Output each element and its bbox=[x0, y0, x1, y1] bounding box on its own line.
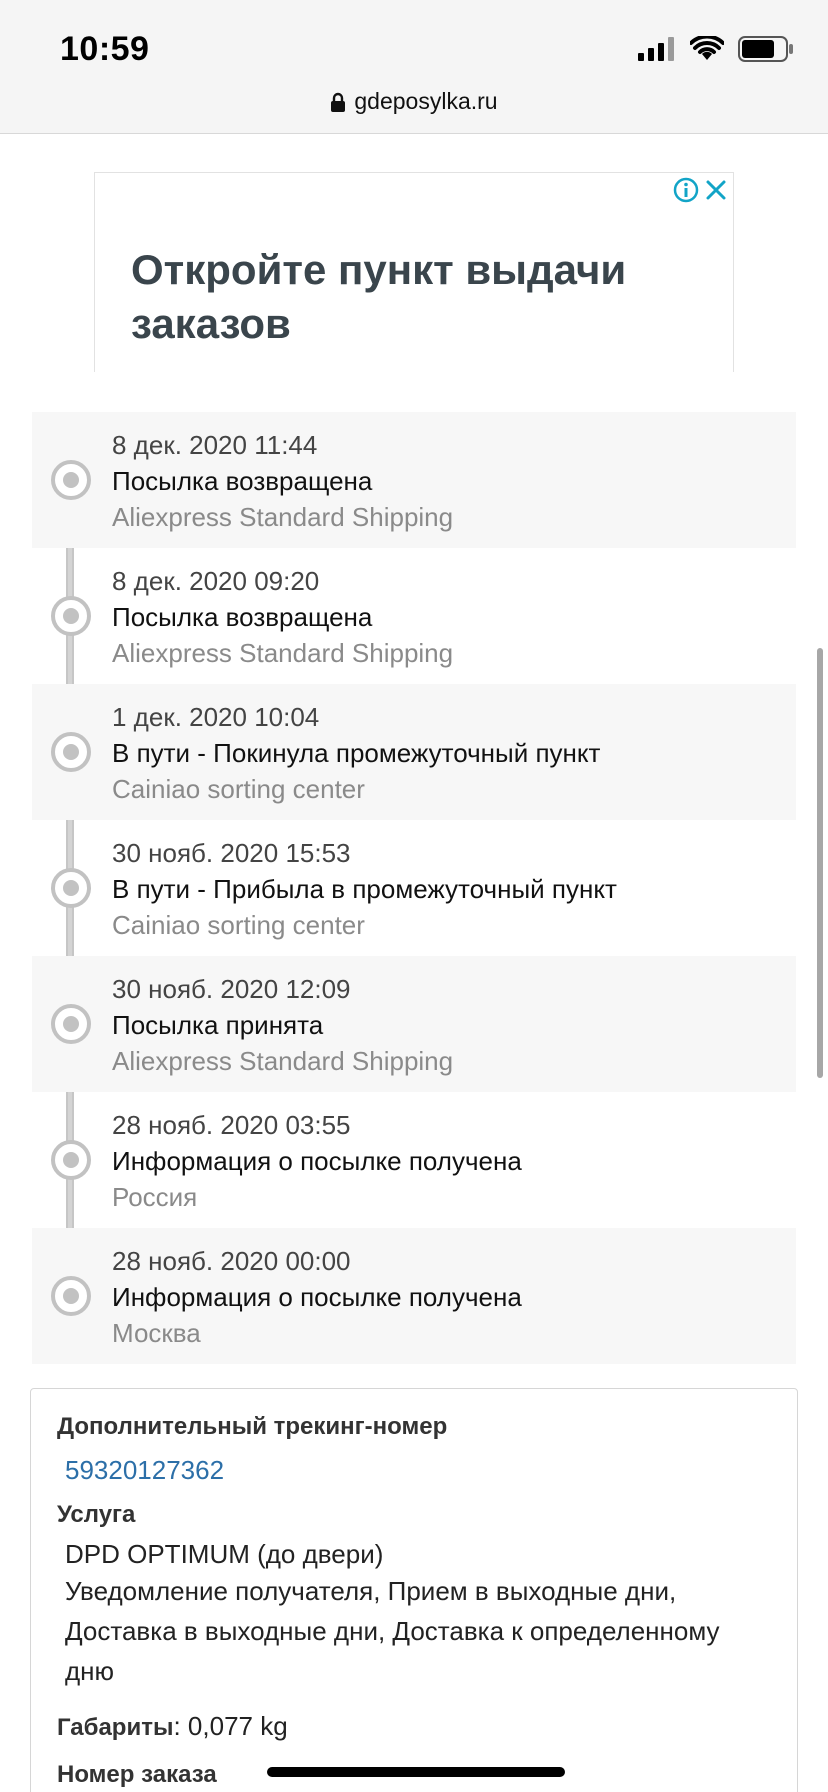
timeline-event: 28 нояб. 2020 03:55 Информация о посылке… bbox=[32, 1092, 796, 1228]
event-date: 28 нояб. 2020 00:00 bbox=[112, 1246, 351, 1276]
tracking-timeline: 8 дек. 2020 11:44 Посылка возвращена Ali… bbox=[32, 412, 796, 1364]
browser-top-bar: 10:59 gdeposylka.ru bbox=[0, 0, 828, 134]
event-place: Aliexpress Standard Shipping bbox=[112, 1046, 454, 1076]
extra-tracking-label: Дополнительный трекинг-номер bbox=[57, 1413, 448, 1440]
service-extras: Уведомление получателя, Прием в выходные… bbox=[65, 1576, 720, 1686]
event-date: 30 нояб. 2020 12:09 bbox=[112, 974, 351, 1004]
timeline-event: 8 дек. 2020 11:44 Посылка возвращена Ali… bbox=[32, 412, 796, 548]
event-date: 1 дек. 2020 10:04 bbox=[112, 702, 320, 732]
timeline-dot bbox=[51, 596, 91, 636]
event-date: 8 дек. 2020 09:20 bbox=[112, 566, 320, 596]
dimensions-label: Габариты bbox=[57, 1714, 174, 1741]
timeline-dot bbox=[51, 1140, 91, 1180]
event-place: Cainiao sorting center bbox=[112, 910, 365, 940]
event-date: 28 нояб. 2020 03:55 bbox=[112, 1110, 351, 1140]
page-scrollbar[interactable] bbox=[817, 648, 823, 1078]
dimensions-value: : 0,077 kg bbox=[173, 1711, 288, 1741]
event-place: Cainiao sorting center bbox=[112, 774, 365, 804]
timeline-dot bbox=[51, 1276, 91, 1316]
timeline-event: 28 нояб. 2020 00:00 Информация о посылке… bbox=[32, 1228, 796, 1364]
cellular-signal-icon bbox=[638, 37, 674, 61]
timeline-dot bbox=[51, 732, 91, 772]
event-place: Aliexpress Standard Shipping bbox=[112, 502, 454, 532]
event-place: Москва bbox=[112, 1318, 201, 1348]
timeline-dot bbox=[51, 1004, 91, 1044]
ad-headline: Откройте пункт выдачи заказов bbox=[131, 246, 627, 347]
event-status: Информация о посылке получена bbox=[112, 1146, 522, 1176]
timeline-event: 30 нояб. 2020 15:53 В пути - Прибыла в п… bbox=[32, 820, 796, 956]
wifi-icon bbox=[690, 36, 724, 60]
order-number-label: Номер заказа bbox=[57, 1761, 217, 1788]
timeline-dot bbox=[51, 868, 91, 908]
redacted-order-number bbox=[267, 1767, 565, 1777]
event-status: Посылка принята bbox=[112, 1010, 324, 1040]
address-bar[interactable]: gdeposylka.ru bbox=[0, 88, 828, 115]
ad-info-icon[interactable] bbox=[673, 177, 699, 203]
battery-icon bbox=[738, 36, 793, 62]
event-place: Россия bbox=[112, 1182, 198, 1212]
ad-controls bbox=[673, 177, 729, 203]
lock-icon bbox=[331, 92, 346, 112]
shipment-details-card: Дополнительный трекинг-номер 59320127362… bbox=[30, 1388, 798, 1792]
dimensions-row: Габариты: 0,077 kg bbox=[57, 1711, 288, 1742]
service-label: Услуга bbox=[57, 1501, 136, 1528]
event-status: Информация о посылке получена bbox=[112, 1282, 522, 1312]
timeline-dot bbox=[51, 460, 91, 500]
extra-tracking-number-link[interactable]: 59320127362 bbox=[65, 1455, 224, 1486]
event-place: Aliexpress Standard Shipping bbox=[112, 638, 454, 668]
event-status: Посылка возвращена bbox=[112, 466, 373, 496]
ad-banner[interactable]: Откройте пункт выдачи заказов bbox=[94, 172, 734, 372]
status-time: 10:59 bbox=[60, 30, 150, 68]
event-date: 30 нояб. 2020 15:53 bbox=[112, 838, 351, 868]
timeline-event: 1 дек. 2020 10:04 В пути - Покинула пром… bbox=[32, 684, 796, 820]
event-status: Посылка возвращена bbox=[112, 602, 373, 632]
timeline-event: 30 нояб. 2020 12:09 Посылка принята Alie… bbox=[32, 956, 796, 1092]
timeline-event: 8 дек. 2020 09:20 Посылка возвращена Ali… bbox=[32, 548, 796, 684]
event-status: В пути - Покинула промежуточный пункт bbox=[112, 738, 601, 768]
url-text: gdeposylka.ru bbox=[354, 88, 498, 114]
service-name: DPD OPTIMUM (до двери) bbox=[65, 1539, 384, 1569]
event-date: 8 дек. 2020 11:44 bbox=[112, 430, 318, 460]
status-icons bbox=[638, 36, 794, 62]
ad-close-icon[interactable] bbox=[703, 177, 729, 203]
event-status: В пути - Прибыла в промежуточный пункт bbox=[112, 874, 617, 904]
